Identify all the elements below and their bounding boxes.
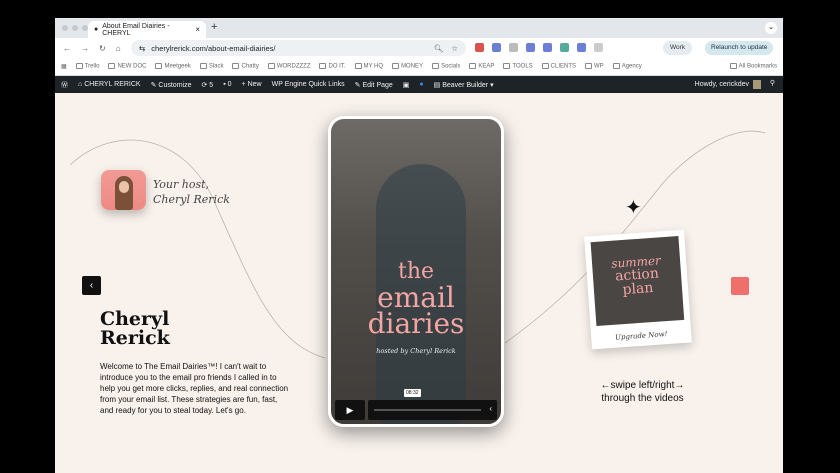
avatar xyxy=(753,80,761,89)
customize-link[interactable]: ✎ Customize xyxy=(151,81,192,89)
bookmark-folder[interactable]: MY HQ xyxy=(354,63,383,70)
new-link[interactable]: + New xyxy=(242,81,262,88)
bookmarks-bar: ▦ Trello NEW DOC Meetgeek Slack Chatty W… xyxy=(55,58,783,76)
time-tooltip: 08:32 xyxy=(404,389,421,397)
relaunch-button[interactable]: Relaunch to update xyxy=(705,41,774,55)
edit-page-link[interactable]: ✎ Edit Page xyxy=(355,81,393,89)
extension-icon[interactable] xyxy=(543,43,552,52)
bookmark-folder[interactable]: WP xyxy=(585,63,604,70)
favicon-icon: ● xyxy=(94,26,99,33)
intro-text: Welcome to The Email Dairies™! I can't w… xyxy=(100,362,289,415)
bookmark[interactable]: Slack xyxy=(199,63,223,70)
wp-admin-bar: Ⓦ ⌂ CHERYL RERICK ✎ Customize ⟳ 5 ▪ 0 + … xyxy=(55,76,783,93)
bookmark-folder[interactable]: TOOLS xyxy=(503,63,533,70)
extension-icon[interactable] xyxy=(560,43,569,52)
account-menu[interactable]: Howdy, cerickdev xyxy=(695,80,761,89)
beaver-builder-link[interactable]: ▤ Beaver Builder ▾ xyxy=(434,81,494,89)
extensions-puzzle-icon[interactable] xyxy=(594,43,603,52)
profile-button[interactable]: Work xyxy=(663,41,693,55)
updates-link[interactable]: ⟳ 5 xyxy=(201,81,213,89)
home-icon[interactable]: ⌂ xyxy=(116,44,121,53)
video-player[interactable]: the email diaries hosted by Cheryl Rerick … xyxy=(328,116,504,427)
search-icon[interactable]: ⚲ xyxy=(770,79,775,87)
site-settings-icon[interactable]: ⇆ xyxy=(139,44,145,53)
bookmark[interactable]: Meetgeek xyxy=(155,63,191,70)
extensions xyxy=(475,43,603,52)
video-subtitle: hosted by Cheryl Rerick xyxy=(376,347,456,355)
status-dot-icon: ● xyxy=(419,81,424,88)
host-label: Your host, Cheryl Rerick xyxy=(153,178,230,206)
bookmark-folder[interactable]: Agency xyxy=(612,63,642,70)
chevron-left-icon[interactable]: ‹ xyxy=(489,404,492,413)
bookmark-folder[interactable]: Socials xyxy=(432,63,460,70)
play-button[interactable]: ▶ xyxy=(335,400,365,420)
bookmark[interactable]: NEW DOC xyxy=(108,63,146,70)
back-icon[interactable]: ← xyxy=(63,44,71,53)
reload-icon[interactable]: ↻ xyxy=(99,44,106,53)
video-title: the email diaries xyxy=(367,259,465,340)
wpengine-link[interactable]: WP Engine Quick Links xyxy=(272,81,345,88)
bookmark[interactable]: WORDZZZZ xyxy=(267,63,310,70)
tab-active[interactable]: ● About Email Diairies - CHERYL × xyxy=(88,21,206,38)
all-bookmarks[interactable]: All Bookmarks xyxy=(729,63,777,70)
host-avatar xyxy=(101,170,146,210)
apps-grid-icon[interactable]: ▦ xyxy=(61,63,67,70)
browser-window: ● About Email Diairies - CHERYL × + ⌄ ← → ↻ ⌂… xyxy=(55,18,783,473)
seo-icon[interactable]: ▣ xyxy=(403,81,410,89)
progress-bar[interactable]: 08:32 ‹ xyxy=(368,389,497,420)
bookmark-folder[interactable]: MONEY xyxy=(392,63,423,70)
carousel-prev-button[interactable]: ‹ xyxy=(82,276,101,295)
bookmark[interactable]: DO IT. xyxy=(319,63,346,70)
forward-icon[interactable]: → xyxy=(81,44,89,53)
tab-bar: ● About Email Diairies - CHERYL × + ⌄ xyxy=(55,18,783,38)
host-name-heading: Cheryl Rerick xyxy=(100,308,170,349)
close-tab-icon[interactable]: × xyxy=(195,25,200,34)
swipe-hint: ←swipe left/right→ through the videos xyxy=(600,380,685,404)
zoom-icon[interactable]: 🔍︎ xyxy=(434,44,444,53)
new-tab-button[interactable]: + xyxy=(211,21,217,33)
promo-card[interactable]: summer action plan Upgrade Now! xyxy=(584,229,692,350)
bookmark[interactable]: Chatty xyxy=(232,63,259,70)
carousel-next-button[interactable] xyxy=(731,277,749,295)
address-bar[interactable]: ⇆ cherylrerick.com/about-email-diairies/🔍… xyxy=(131,40,466,56)
upgrade-link[interactable]: Upgrade Now! xyxy=(591,328,691,343)
video-controls: ▶ 08:32 ‹ xyxy=(335,389,497,420)
comments-link[interactable]: ▪ 0 xyxy=(223,81,231,88)
window-controls[interactable] xyxy=(62,25,88,31)
wordpress-logo-icon[interactable]: Ⓦ xyxy=(61,80,68,90)
address-toolbar: ← → ↻ ⌂ ⇆ cherylrerick.com/about-email-diair… xyxy=(55,38,783,58)
site-name-link[interactable]: ⌂ CHERYL RERICK xyxy=(78,81,141,88)
page-content: Your host, Cheryl Rerick ‹ Cheryl Rerick W… xyxy=(55,93,783,473)
extension-icon[interactable] xyxy=(475,43,484,52)
extension-icon[interactable] xyxy=(509,43,518,52)
bookmark-folder[interactable]: KEAP xyxy=(469,63,494,70)
extension-icon[interactable] xyxy=(577,43,586,52)
extension-icon[interactable] xyxy=(526,43,535,52)
sparkle-icon: ✦ xyxy=(625,197,642,219)
tab-search-chevron-icon[interactable]: ⌄ xyxy=(765,22,777,34)
extension-icon[interactable] xyxy=(492,43,501,52)
bookmark[interactable]: Trello xyxy=(75,63,99,70)
bookmark-star-icon[interactable]: ☆ xyxy=(451,44,458,53)
bookmark-folder[interactable]: CLIENTS xyxy=(541,63,576,70)
